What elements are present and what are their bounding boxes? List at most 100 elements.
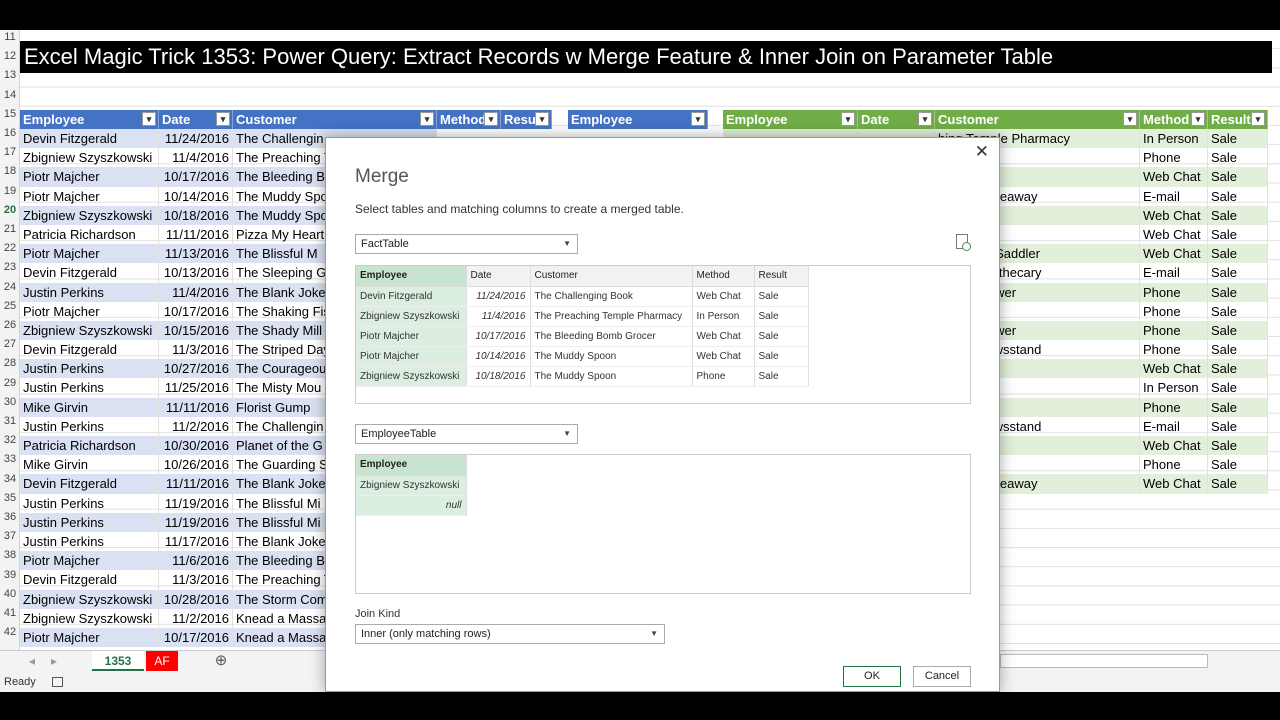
table-cell[interactable]: Justin Perkins — [20, 512, 159, 532]
row-number[interactable]: 42 — [0, 626, 20, 638]
table-cell[interactable]: Devin Fitzgerald — [20, 263, 159, 283]
table-cell[interactable]: Zbigniew Szyszkowski — [20, 148, 159, 168]
close-icon[interactable]: ✕ — [975, 142, 989, 162]
column-header[interactable]: Method ▾ — [1140, 110, 1208, 129]
table-cell[interactable]: Mike Girvin — [20, 455, 159, 475]
sheet-tab-af[interactable]: AF — [146, 651, 178, 671]
refresh-preview-icon[interactable] — [956, 234, 971, 251]
table-cell[interactable]: Justin Perkins — [20, 378, 159, 398]
table-cell[interactable]: 11/13/2016 — [159, 244, 233, 264]
row-number[interactable]: 12 — [0, 50, 20, 62]
filter-dropdown-icon[interactable]: ▾ — [484, 112, 498, 126]
table-cell[interactable]: 11/11/2016 — [159, 474, 233, 494]
table-cell[interactable]: Sale — [1208, 263, 1268, 283]
table-cell[interactable]: Phone — [1140, 282, 1208, 302]
preview-column-header[interactable]: Method — [692, 266, 755, 287]
table-cell[interactable]: 10/17/2016 — [159, 627, 233, 648]
row-number[interactable]: 26 — [0, 319, 20, 331]
table-cell[interactable]: Phone — [1140, 455, 1208, 475]
table-cell[interactable]: Sale — [1208, 129, 1268, 149]
row-number[interactable]: 23 — [0, 261, 20, 273]
table-cell[interactable]: Sale — [1208, 167, 1268, 187]
table-cell[interactable]: Justin Perkins — [20, 359, 159, 379]
column-header[interactable]: Method ▾ — [437, 110, 501, 129]
table-cell[interactable]: 11/3/2016 — [159, 340, 233, 360]
table-cell[interactable]: 10/15/2016 — [159, 320, 233, 341]
table-cell[interactable]: Zbigniew Szyszkowski — [20, 320, 159, 341]
scroll-left-icon[interactable]: ◂ — [22, 651, 42, 671]
table-cell[interactable]: Web Chat — [1140, 436, 1208, 456]
table-cell[interactable]: Sale — [1208, 282, 1268, 302]
table-cell[interactable]: 10/17/2016 — [159, 301, 233, 321]
table-cell[interactable]: Sale — [1208, 244, 1268, 264]
row-number[interactable]: 17 — [0, 146, 20, 158]
table-cell[interactable]: Sale — [1208, 474, 1268, 494]
table-cell[interactable]: 11/11/2016 — [159, 224, 233, 245]
filter-dropdown-icon[interactable]: ▾ — [142, 112, 156, 126]
table-cell[interactable]: Devin Fitzgerald — [20, 340, 159, 360]
filter-dropdown-icon[interactable]: ▾ — [420, 112, 434, 126]
row-number[interactable]: 19 — [0, 185, 20, 197]
filter-dropdown-icon[interactable]: ▾ — [918, 112, 932, 126]
table-cell[interactable]: 10/30/2016 — [159, 436, 233, 456]
row-number[interactable]: 28 — [0, 357, 20, 369]
scroll-right-icon[interactable]: ▸ — [44, 651, 64, 671]
table-cell[interactable]: Piotr Majcher — [20, 186, 159, 206]
row-number[interactable]: 27 — [0, 338, 20, 350]
column-header[interactable]: Employee ▾ — [20, 110, 159, 129]
table1-select[interactable]: FactTable ▼ — [355, 234, 578, 254]
table-cell[interactable]: 11/4/2016 — [159, 148, 233, 168]
column-header[interactable]: Result ▾ — [1208, 110, 1268, 129]
table-cell[interactable]: E-mail — [1140, 416, 1208, 436]
column-header[interactable]: Customer ▾ — [935, 110, 1140, 129]
table-cell[interactable]: Sale — [1208, 320, 1268, 341]
cancel-button[interactable]: Cancel — [913, 666, 971, 687]
table-cell[interactable]: Zbigniew Szyszkowski — [20, 608, 159, 628]
row-number[interactable]: 31 — [0, 415, 20, 427]
filter-dropdown-icon[interactable]: ▾ — [216, 112, 230, 126]
join-kind-select[interactable]: Inner (only matching rows) ▼ — [355, 624, 665, 644]
table-cell[interactable]: Sale — [1208, 148, 1268, 168]
table2-select[interactable]: EmployeeTable ▼ — [355, 424, 578, 444]
table-cell[interactable]: 10/17/2016 — [159, 167, 233, 187]
table-cell[interactable]: Web Chat — [1140, 359, 1208, 379]
row-number[interactable]: 32 — [0, 434, 20, 446]
table-cell[interactable]: Devin Fitzgerald — [20, 129, 159, 149]
row-number[interactable]: 29 — [0, 377, 20, 389]
row-number[interactable]: 14 — [0, 89, 20, 101]
table-cell[interactable]: 10/28/2016 — [159, 589, 233, 609]
preview-column-header[interactable]: Result — [754, 266, 809, 287]
row-number[interactable]: 35 — [0, 492, 20, 504]
table-cell[interactable]: 11/2/2016 — [159, 416, 233, 436]
table-cell[interactable]: Justin Perkins — [20, 282, 159, 302]
preview-column-header[interactable]: Customer — [530, 266, 693, 287]
preview-column-header[interactable]: Employee — [356, 455, 467, 476]
table-cell[interactable]: In Person — [1140, 129, 1208, 149]
table-cell[interactable]: 10/27/2016 — [159, 359, 233, 379]
table-cell[interactable]: 11/3/2016 — [159, 570, 233, 590]
table-cell[interactable]: 11/4/2016 — [159, 282, 233, 302]
table-cell[interactable]: Sale — [1208, 205, 1268, 225]
table-cell[interactable]: 11/24/2016 — [159, 129, 233, 149]
row-number[interactable]: 37 — [0, 530, 20, 542]
middle-employee-table[interactable]: Employee ▾ — [568, 110, 708, 129]
table-cell[interactable]: Justin Perkins — [20, 416, 159, 436]
sheet-title-cell[interactable]: Excel Magic Trick 1353: Power Query: Ext… — [20, 41, 1272, 73]
ok-button[interactable]: OK — [843, 666, 901, 687]
row-number[interactable]: 34 — [0, 473, 20, 485]
table-cell[interactable]: 11/17/2016 — [159, 531, 233, 552]
table-cell[interactable]: Phone — [1140, 340, 1208, 360]
table-cell[interactable]: Sale — [1208, 455, 1268, 475]
row-number[interactable]: 15 — [0, 108, 20, 120]
row-number[interactable]: 39 — [0, 569, 20, 581]
row-number[interactable]: 11 — [0, 31, 20, 43]
table-cell[interactable]: 10/18/2016 — [159, 205, 233, 225]
table-cell[interactable]: Phone — [1140, 148, 1208, 168]
row-number[interactable]: 16 — [0, 127, 20, 139]
column-header[interactable]: Customer ▾ — [233, 110, 437, 129]
preview-column-header[interactable]: Date — [466, 266, 531, 287]
table-cell[interactable]: 10/14/2016 — [159, 186, 233, 206]
filter-dropdown-icon[interactable]: ▾ — [1191, 112, 1205, 126]
filter-dropdown-icon[interactable]: ▾ — [1123, 112, 1137, 126]
macro-record-icon[interactable] — [52, 677, 63, 687]
